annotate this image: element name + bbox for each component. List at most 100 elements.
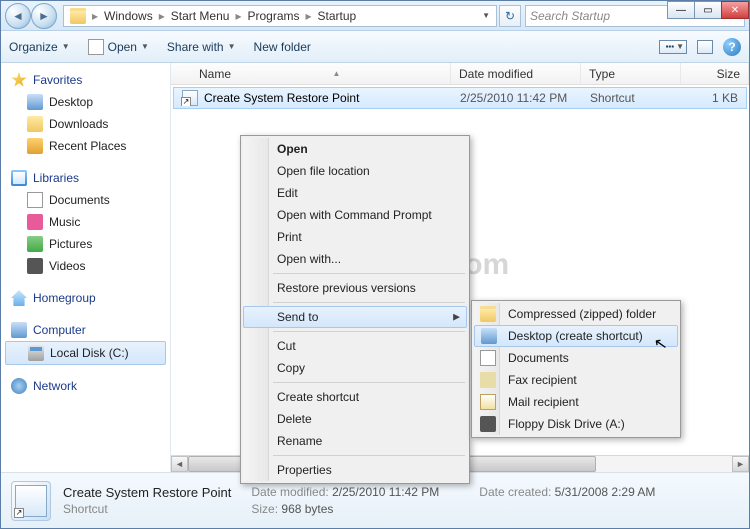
sidebar-item-music[interactable]: Music [1, 211, 170, 233]
file-name: Create System Restore Point [204, 91, 359, 105]
sidebar-item-desktop[interactable]: Desktop [1, 91, 170, 113]
back-button[interactable]: ◄ [5, 3, 31, 29]
network-icon [11, 378, 27, 394]
view-menu[interactable]: ▪▪▪▼ [659, 40, 687, 54]
sidebar-item-recent[interactable]: Recent Places [1, 135, 170, 157]
folder-icon [70, 8, 86, 24]
sidebar-item-downloads[interactable]: Downloads [1, 113, 170, 135]
open-icon [88, 39, 104, 55]
maximize-button[interactable]: ▭ [694, 1, 722, 19]
file-row[interactable]: Create System Restore Point 2/25/2010 11… [173, 87, 747, 109]
cm-open-cmd[interactable]: Open with Command Prompt [243, 204, 467, 226]
recent-icon [27, 138, 43, 154]
search-placeholder: Search Startup [530, 9, 610, 23]
pictures-icon [27, 236, 43, 252]
chevron-right-icon[interactable]: ▸ [157, 9, 167, 23]
navigation-pane[interactable]: Favorites Desktop Downloads Recent Place… [1, 63, 171, 472]
cm-rename[interactable]: Rename [243, 430, 467, 452]
cm-create-shortcut[interactable]: Create shortcut [243, 386, 467, 408]
column-headers: Name▲ Date modified Type Size [171, 63, 749, 85]
libraries-icon [11, 170, 27, 186]
share-with-menu[interactable]: Share with ▼ [167, 40, 236, 54]
cm-copy[interactable]: Copy [243, 357, 467, 379]
organize-menu[interactable]: Organize ▼ [9, 40, 70, 54]
sidebar-computer[interactable]: Computer [1, 319, 170, 341]
cm-cut[interactable]: Cut [243, 335, 467, 357]
new-folder-button[interactable]: New folder [254, 40, 311, 54]
details-date-modified-label: Date modified: [251, 485, 328, 499]
cm-send-to[interactable]: Send to▶ [243, 306, 467, 328]
desktop-icon [27, 94, 43, 110]
floppy-icon [480, 416, 496, 432]
details-typeline: Shortcut [63, 502, 231, 516]
help-button[interactable]: ? [723, 38, 741, 56]
star-icon [11, 72, 27, 88]
fax-icon [480, 372, 496, 388]
sendto-floppy[interactable]: Floppy Disk Drive (A:) [474, 413, 678, 435]
sidebar-item-documents[interactable]: Documents [1, 189, 170, 211]
scroll-left-button[interactable]: ◄ [171, 456, 188, 472]
sidebar-homegroup[interactable]: Homegroup [1, 287, 170, 309]
window-controls: — ▭ ✕ [668, 1, 749, 19]
disk-icon [28, 345, 44, 361]
file-date: 2/25/2010 11:42 PM [452, 91, 582, 105]
sidebar-item-videos[interactable]: Videos [1, 255, 170, 277]
documents-icon [27, 192, 43, 208]
minimize-button[interactable]: — [667, 1, 695, 19]
sidebar-network[interactable]: Network [1, 375, 170, 397]
chevron-right-icon[interactable]: ▸ [233, 9, 243, 23]
toolbar: Organize ▼ Open ▼ Share with ▼ New folde… [1, 31, 749, 63]
details-thumbnail [11, 481, 51, 521]
videos-icon [27, 258, 43, 274]
address-bar-row: ◄ ► ▸ Windows ▸ Start Menu ▸ Programs ▸ … [1, 1, 749, 31]
scroll-right-button[interactable]: ► [732, 456, 749, 472]
music-icon [27, 214, 43, 230]
cm-delete[interactable]: Delete [243, 408, 467, 430]
chevron-down-icon[interactable]: ▼ [482, 11, 490, 20]
details-filename: Create System Restore Point [63, 485, 231, 500]
sidebar-item-local-disk-c[interactable]: Local Disk (C:) [5, 341, 166, 365]
desktop-icon [481, 328, 497, 344]
sendto-compressed[interactable]: Compressed (zipped) folder [474, 303, 678, 325]
sendto-fax[interactable]: Fax recipient [474, 369, 678, 391]
breadcrumb-seg-windows[interactable]: Windows [100, 9, 157, 23]
column-date[interactable]: Date modified [451, 63, 581, 84]
close-button[interactable]: ✕ [721, 1, 749, 19]
breadcrumb[interactable]: ▸ Windows ▸ Start Menu ▸ Programs ▸ Star… [63, 5, 497, 27]
sidebar-libraries[interactable]: Libraries [1, 167, 170, 189]
chevron-right-icon[interactable]: ▸ [90, 9, 100, 23]
cm-restore[interactable]: Restore previous versions [243, 277, 467, 299]
zip-folder-icon [480, 306, 496, 322]
column-name[interactable]: Name▲ [171, 63, 451, 84]
file-size: 1 KB [682, 91, 746, 105]
computer-icon [11, 322, 27, 338]
breadcrumb-seg-startmenu[interactable]: Start Menu [167, 9, 234, 23]
cm-edit[interactable]: Edit [243, 182, 467, 204]
refresh-button[interactable]: ↻ [499, 5, 521, 27]
column-size[interactable]: Size [681, 63, 749, 84]
sendto-documents[interactable]: Documents [474, 347, 678, 369]
preview-pane-button[interactable] [697, 40, 713, 54]
details-size-label: Size: [251, 502, 278, 516]
sendto-mail[interactable]: Mail recipient [474, 391, 678, 413]
forward-button[interactable]: ► [31, 3, 57, 29]
column-type[interactable]: Type [581, 63, 681, 84]
breadcrumb-seg-startup[interactable]: Startup [314, 9, 361, 23]
downloads-icon [27, 116, 43, 132]
cm-open[interactable]: Open [243, 138, 467, 160]
shortcut-icon [15, 485, 47, 517]
sidebar-favorites[interactable]: Favorites [1, 69, 170, 91]
details-date-modified: 2/25/2010 11:42 PM [332, 485, 439, 499]
breadcrumb-seg-programs[interactable]: Programs [243, 9, 303, 23]
sidebar-item-pictures[interactable]: Pictures [1, 233, 170, 255]
open-button[interactable]: Open ▼ [88, 39, 149, 55]
sendto-desktop[interactable]: Desktop (create shortcut) [474, 325, 678, 347]
cm-open-with[interactable]: Open with... [243, 248, 467, 270]
mail-icon [480, 394, 496, 410]
cm-properties[interactable]: Properties [243, 459, 467, 481]
chevron-right-icon: ▶ [453, 312, 460, 323]
chevron-right-icon[interactable]: ▸ [304, 9, 314, 23]
file-type: Shortcut [582, 91, 682, 105]
cm-open-file-location[interactable]: Open file location [243, 160, 467, 182]
cm-print[interactable]: Print [243, 226, 467, 248]
